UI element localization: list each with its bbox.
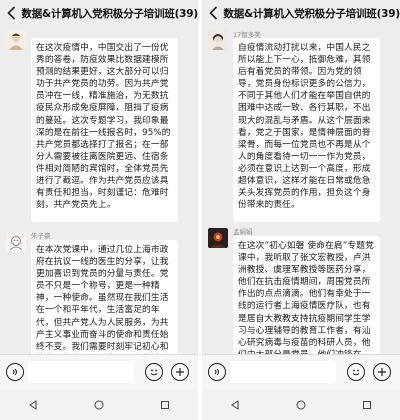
chat-pane-right: 数据&计算机入党积极分子培训班(39) 17智多美 自疫情流动打扰以来，中国人民…: [202, 0, 400, 420]
back-icon[interactable]: [206, 5, 221, 21]
avatar[interactable]: [208, 228, 228, 248]
sender-name: 孟娟娟: [233, 228, 253, 236]
message-list: 17智多美 自疫情流动打扰以来，中国人民之所以能上下一心，抵御危难，其领后有着党…: [202, 26, 400, 354]
back-icon[interactable]: [4, 5, 19, 21]
nav-recents-icon[interactable]: [352, 395, 382, 415]
message-list: 在这次疫情中，中国交出了一份优秀的答卷，防疫效果比数据建模所预测的结果更好，这大…: [0, 26, 198, 354]
message-bubble[interactable]: 在这次疫情中，中国交出了一份优秀的答卷，防疫效果比数据建模所预测的结果更好，这大…: [31, 38, 178, 222]
input-bar: [202, 354, 400, 390]
message-input[interactable]: [230, 361, 336, 383]
nav-back-icon[interactable]: [220, 395, 250, 415]
nav-home-icon[interactable]: [286, 395, 316, 415]
nav-recents-icon[interactable]: [150, 395, 180, 415]
sender-name: 朱子豪: [31, 232, 51, 240]
input-bar: [0, 354, 198, 390]
chat-title: 数据&计算机入党积极分子培训班(39): [21, 7, 198, 20]
message-bubble[interactable]: 自疫情流动打扰以来，中国人民之所以能上下一心，抵御危难，其领后有着党员的带领。因…: [233, 38, 380, 222]
avatar[interactable]: [208, 30, 228, 50]
nav-home-icon[interactable]: [84, 395, 114, 415]
message-bubble[interactable]: 在本次党课中，通过几位上海市政府在抗议一线的医生的分享，让我更加喜识到党员的分量…: [31, 240, 178, 354]
emoji-icon[interactable]: [347, 363, 365, 381]
chat-header: 数据&计算机入党积极分子培训班(39): [202, 0, 400, 26]
chat-pane-left: 数据&计算机入党积极分子培训班(39) 在这次疫情中，中国交出了一份优秀的答卷，…: [0, 0, 198, 420]
message-input[interactable]: [28, 361, 134, 383]
emoji-icon[interactable]: [145, 363, 163, 381]
message-bubble[interactable]: 在这次”初心如磐 使命在肩”专题党课中，我听取了张文宏教授，卢洪洲教授、虞理军教…: [233, 236, 380, 354]
plus-icon[interactable]: [171, 363, 189, 381]
voice-icon[interactable]: [208, 363, 226, 381]
avatar[interactable]: [6, 30, 26, 50]
voice-icon[interactable]: [6, 363, 24, 381]
plus-icon[interactable]: [373, 363, 391, 381]
system-nav-bar: [202, 390, 400, 420]
chat-header: 数据&计算机入党积极分子培训班(39): [0, 0, 198, 26]
chat-title: 数据&计算机入党积极分子培训班(39): [223, 7, 400, 20]
avatar[interactable]: [6, 232, 26, 252]
system-nav-bar: [0, 390, 198, 420]
nav-back-icon[interactable]: [18, 395, 48, 415]
